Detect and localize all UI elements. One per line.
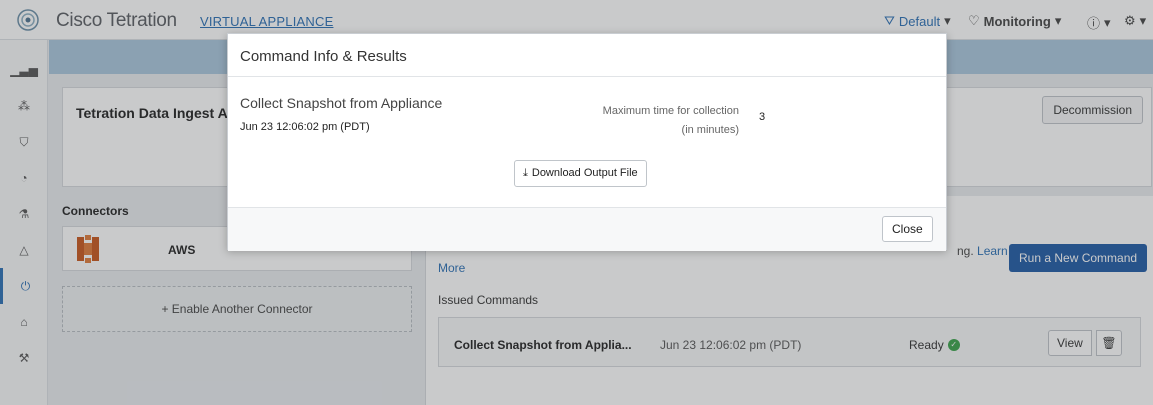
modal-title: Command Info & Results: [240, 48, 407, 65]
command-name: Collect Snapshot from Appliance: [240, 95, 443, 111]
modal-footer: Close: [228, 207, 946, 251]
max-time-line1: Maximum time for collection: [602, 105, 739, 117]
download-label: Download Output File: [531, 167, 638, 179]
modal-header: Command Info & Results: [228, 34, 946, 77]
download-icon: ⤓: [523, 167, 528, 179]
max-time-label: Maximum time for collection (in minutes): [603, 102, 739, 140]
command-info-modal: Command Info & Results Collect Snapshot …: [227, 33, 947, 251]
max-time-value: 3: [759, 111, 766, 123]
max-time-line2: (in minutes): [681, 124, 739, 136]
close-button[interactable]: Close: [882, 216, 933, 242]
download-output-button[interactable]: ⤓ Download Output File: [514, 160, 647, 187]
command-date: Jun 23 12:06:02 pm (PDT): [240, 121, 370, 133]
